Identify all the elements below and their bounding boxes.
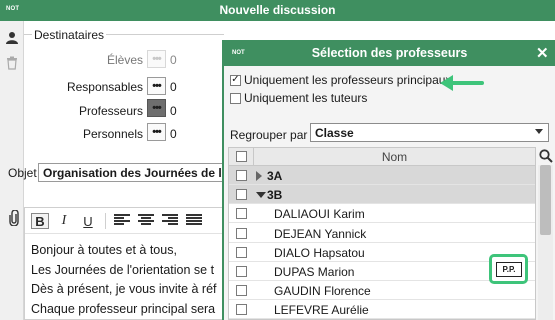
teacher-name: LEFEVRE Aurélie — [274, 303, 369, 317]
select-all-checkbox[interactable] — [236, 151, 247, 162]
recipients-label: Destinataires — [32, 28, 107, 42]
row-checkbox[interactable] — [236, 189, 247, 200]
teacher-name: DEJEAN Yannick — [274, 227, 367, 241]
group-by-label: Regrouper par : — [230, 128, 315, 142]
scrollbar-thumb[interactable] — [540, 165, 551, 235]
bold-button[interactable]: B — [31, 213, 49, 229]
row-checkbox[interactable] — [236, 208, 247, 219]
column-header-name[interactable]: Nom — [254, 150, 535, 164]
teachers-picker-button[interactable]: ••• — [147, 99, 166, 117]
tutors-checkbox[interactable] — [230, 92, 241, 104]
teacher-name: DUPAS Marion — [274, 265, 355, 279]
list-item[interactable]: DEJEAN Yannick — [229, 224, 535, 243]
principal-teacher-badge: P.P. — [496, 262, 522, 277]
paperclip-icon[interactable] — [8, 209, 20, 227]
message-editor[interactable]: B I U Bonjour à toutes et à tous, Les Jo… — [24, 207, 229, 320]
window-title: Nouvelle discussion — [219, 3, 336, 17]
parents-count: 0 — [170, 80, 177, 94]
staff-count: 0 — [170, 127, 177, 141]
collapse-icon[interactable] — [256, 192, 266, 198]
group-label: 3A — [267, 169, 283, 183]
row-checkbox[interactable] — [236, 247, 247, 258]
message-line: Chaque professeur principal sera — [31, 301, 216, 316]
underline-button[interactable]: U — [79, 213, 97, 229]
toolbar-divider — [105, 213, 106, 229]
main-titlebar: NOT Nouvelle discussion — [0, 0, 555, 21]
tutors-label: Uniquement les tuteurs — [244, 91, 368, 105]
parents-picker-button[interactable]: ••• — [147, 77, 166, 95]
tutors-option[interactable]: Uniquement les tuteurs — [230, 91, 367, 105]
user-icon[interactable] — [4, 30, 20, 46]
teacher-name: GAUDIN Florence — [274, 284, 371, 298]
row-checkbox[interactable] — [236, 285, 247, 296]
align-right-icon[interactable] — [162, 214, 178, 226]
row-checkbox[interactable] — [236, 304, 247, 315]
group-label: 3B — [267, 188, 283, 202]
teacher-name: DALIAOUI Karim — [274, 207, 365, 221]
expand-icon[interactable] — [256, 171, 262, 181]
principal-teachers-label: Uniquement les professeurs principaux — [244, 73, 452, 87]
recipient-label-staff: Personnels — [82, 127, 143, 141]
list-item[interactable]: GAUDIN Florence — [229, 281, 535, 300]
row-checkbox[interactable] — [236, 170, 247, 181]
row-checkbox[interactable] — [236, 266, 247, 277]
list-header: Nom — [229, 148, 535, 166]
row-checkbox[interactable] — [236, 228, 247, 239]
arrow-icon — [440, 75, 484, 91]
recipient-label-students: Élèves — [106, 53, 143, 67]
message-line: Dès à présent, je vous invite à réf — [31, 282, 217, 296]
message-line: Bonjour à toutes et à tous, — [31, 243, 177, 257]
object-input[interactable]: Organisation des Journées de l'o — [38, 163, 228, 182]
message-body[interactable]: Bonjour à toutes et à tous, Les Journées… — [31, 241, 217, 319]
principal-teachers-option[interactable]: ✓ Uniquement les professeurs principaux — [230, 73, 451, 87]
chevron-down-icon — [535, 129, 543, 134]
align-center-icon[interactable] — [138, 214, 154, 226]
teacher-name: DIALO Hapsatou — [274, 246, 365, 260]
align-justify-icon[interactable] — [186, 214, 202, 226]
recipient-label-teachers: Professeurs — [78, 104, 143, 118]
principal-teachers-checkbox[interactable]: ✓ — [230, 74, 241, 86]
align-left-icon[interactable] — [114, 214, 130, 226]
teacher-list: Nom 3A 3B DALIAOUI Karim DEJEAN Yannick … — [228, 147, 536, 320]
editor-toolbar: B I U — [25, 208, 229, 234]
search-icon[interactable] — [536, 147, 555, 165]
teachers-count: 0 — [170, 104, 177, 118]
object-label: Objet — [8, 166, 37, 180]
students-count: 0 — [170, 53, 177, 67]
group-by-select[interactable]: Classe — [310, 123, 549, 142]
group-by-value: Classe — [315, 126, 354, 140]
dialog-title: Sélection des professeurs — [311, 46, 468, 60]
list-item[interactable]: LEFEVRE Aurélie — [229, 300, 535, 319]
principal-teacher-highlight: P.P. — [489, 254, 528, 284]
students-picker-button[interactable]: ••• — [147, 50, 166, 68]
group-row-3b[interactable]: 3B — [229, 185, 535, 204]
italic-button[interactable]: I — [55, 213, 73, 229]
trash-icon[interactable] — [4, 55, 20, 71]
staff-picker-button[interactable]: ••• — [147, 123, 166, 141]
list-item[interactable]: DALIAOUI Karim — [229, 204, 535, 223]
group-row-3a[interactable]: 3A — [229, 166, 535, 185]
close-icon[interactable]: ✕ — [536, 44, 549, 62]
message-line: Les Journées de l'orientation se t — [31, 262, 215, 277]
dialog-titlebar: NOT Sélection des professeurs ✕ — [224, 40, 555, 66]
list-scrollbar[interactable] — [538, 165, 553, 320]
recipient-label-parents: Responsables — [66, 80, 143, 94]
